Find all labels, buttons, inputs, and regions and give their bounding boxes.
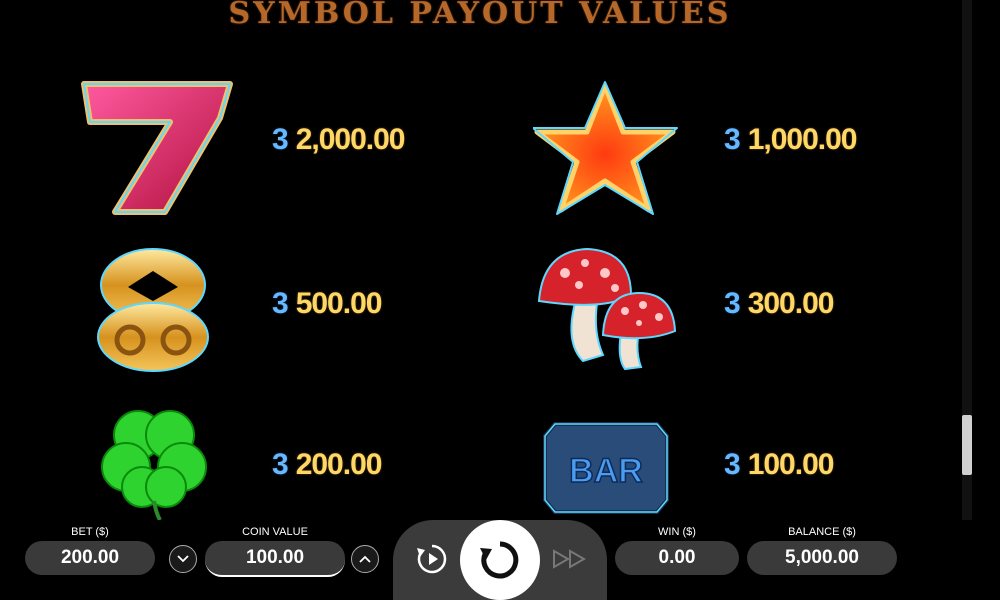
payout-row-bar: 3 100.00 [724,448,835,481]
coin-value: 100.00 [205,541,345,577]
mushroom-icon [535,243,680,373]
payout-row-star: 3 1,000.00 [724,123,858,156]
payout-value: 1,000.00 [747,123,858,156]
coin-value-label: COIN VALUE [242,526,308,538]
chevron-up-icon [359,555,371,563]
spin-icon [480,541,519,579]
payout-value: 2,000.00 [295,123,406,156]
payout-row-eight: 3 500.00 [272,287,383,320]
bet-value: 200.00 [25,541,155,575]
payout-count: 3 [724,448,741,481]
payout-row-seven: 3 2,000.00 [272,123,406,156]
scrollbar-thumb[interactable] [962,415,972,475]
payout-count: 3 [272,123,289,156]
red-seven-icon [70,78,235,218]
payout-value: 200.00 [295,448,383,481]
increase-coin-button[interactable] [351,545,379,573]
payout-row-clover: 3 200.00 [272,448,383,481]
bar-icon: BAR [541,420,671,515]
payout-count: 3 [724,123,741,156]
scrollbar[interactable] [962,0,972,520]
balance-label: BALANCE ($) [788,526,856,538]
payout-count: 3 [272,448,289,481]
win-label: WIN ($) [658,526,696,538]
star-icon [532,80,678,215]
bar-symbol-text: BAR [569,452,643,490]
turbo-button[interactable] [550,542,590,576]
clover-icon [96,405,211,521]
payout-row-mushroom: 3 300.00 [724,287,835,320]
payout-value: 100.00 [747,448,835,481]
gold-eight-icon [88,245,218,375]
autoplay-button[interactable] [413,540,451,578]
autoplay-icon [417,544,447,574]
spin-button[interactable] [460,520,540,600]
balance-value: 5,000.00 [747,541,897,575]
fast-forward-icon [553,549,587,569]
chevron-down-icon [177,555,189,563]
bet-label: BET ($) [71,526,109,538]
payout-value: 300.00 [747,287,835,320]
page-title: SYMBOL PAYOUT VALUES [228,0,732,31]
win-value: 0.00 [615,541,739,575]
payout-count: 3 [724,287,741,320]
payout-count: 3 [272,287,289,320]
payout-value: 500.00 [295,287,383,320]
decrease-coin-button[interactable] [169,545,197,573]
